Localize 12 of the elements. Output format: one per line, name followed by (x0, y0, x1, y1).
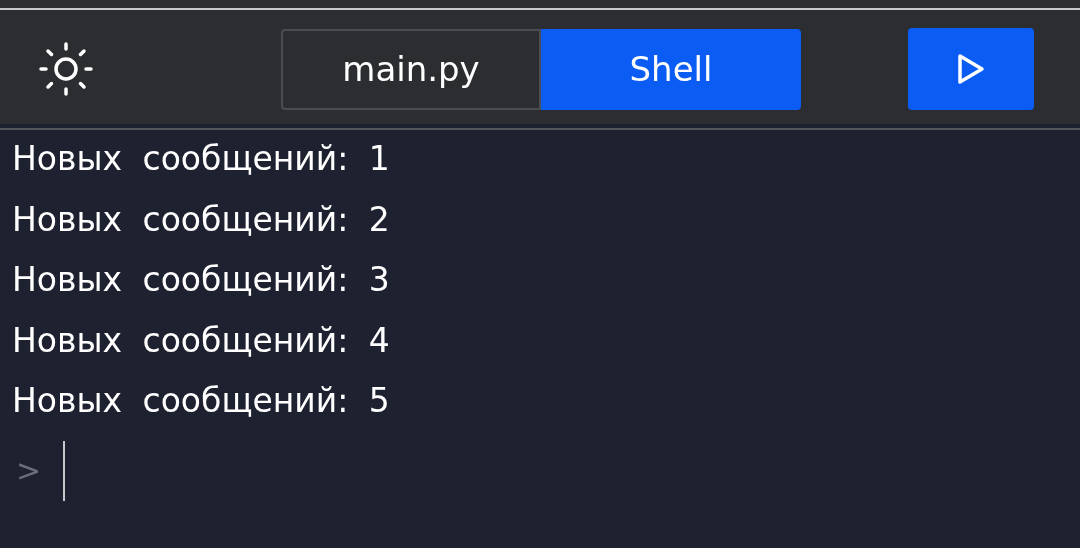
output-line: Новых сообщений: 2 (12, 198, 391, 241)
theme-toggle-icon[interactable] (37, 40, 95, 98)
output-line: Новых сообщений: 4 (12, 319, 391, 362)
prompt-symbol: > (16, 453, 42, 488)
run-button[interactable] (908, 28, 1034, 110)
output-line: Новых сообщений: 1 (12, 138, 391, 180)
file-tab[interactable]: Shell (541, 28, 801, 110)
text-cursor (63, 440, 66, 501)
output-line: Новых сообщений: 3 (12, 259, 391, 301)
play-icon (956, 53, 986, 85)
output-line: Новых сообщений: 5 (12, 380, 391, 422)
file-tab[interactable]: main.py (281, 28, 541, 110)
